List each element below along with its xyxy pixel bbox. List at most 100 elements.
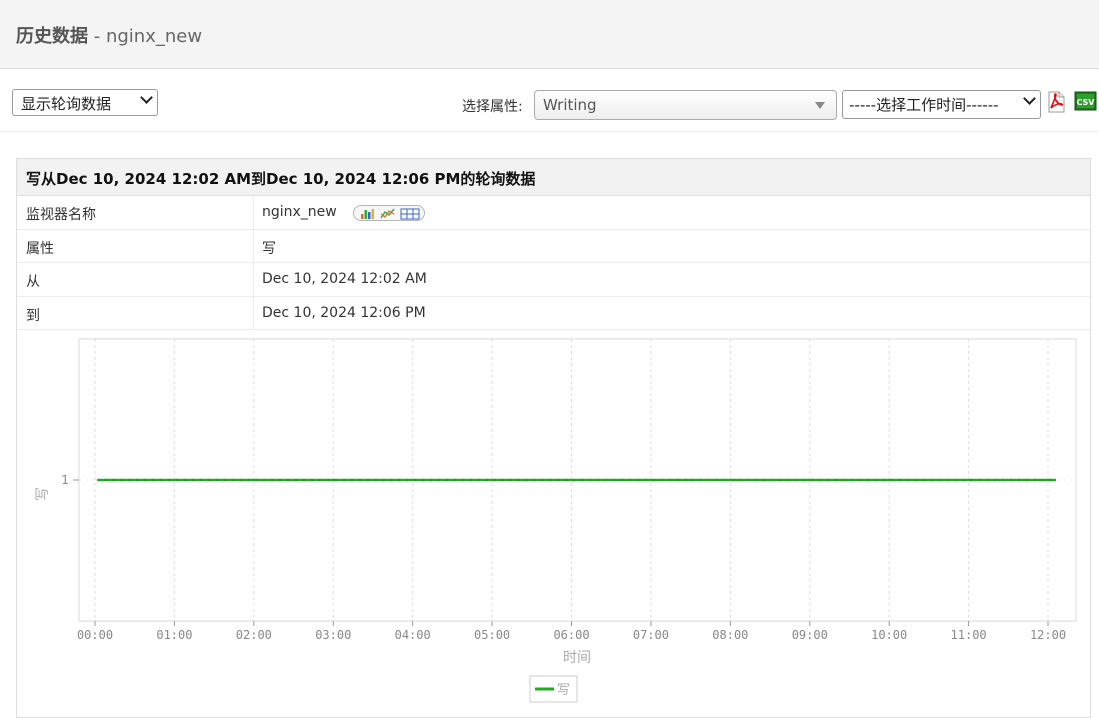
dropdown-arrow-icon	[815, 102, 825, 109]
data-point	[676, 479, 679, 481]
data-point	[422, 479, 425, 481]
data-point	[644, 479, 647, 481]
data-point	[263, 479, 266, 481]
x-tick-label: 07:00	[633, 628, 669, 642]
data-point	[334, 479, 337, 481]
data-point	[565, 479, 568, 481]
data-point	[501, 479, 504, 481]
data-point	[557, 479, 560, 481]
x-tick-label: 05:00	[474, 628, 510, 642]
svg-text:CSV: CSV	[1077, 98, 1096, 107]
data-point	[326, 479, 329, 481]
data-point	[295, 479, 298, 481]
data-point	[1049, 479, 1052, 481]
data-point	[882, 479, 885, 481]
data-point	[589, 479, 592, 481]
data-point	[366, 479, 369, 481]
data-point	[541, 479, 544, 481]
data-point	[136, 479, 139, 481]
data-point	[398, 479, 401, 481]
data-point	[493, 479, 496, 481]
data-point	[954, 479, 957, 481]
data-point	[946, 479, 949, 481]
data-point	[795, 479, 798, 481]
data-point	[866, 479, 869, 481]
data-point	[890, 479, 893, 481]
csv-icon[interactable]: CSV	[1074, 91, 1097, 111]
data-point	[152, 479, 155, 481]
data-point	[509, 479, 512, 481]
data-point	[382, 479, 385, 481]
data-point	[938, 479, 941, 481]
data-point	[311, 479, 314, 481]
data-point	[747, 479, 750, 481]
x-tick-label: 02:00	[236, 628, 272, 642]
data-point	[342, 479, 345, 481]
y-tick-label: 1	[61, 473, 69, 487]
data-point	[724, 479, 727, 481]
data-point	[819, 479, 822, 481]
work-time-select[interactable]: -----选择工作时间------	[842, 90, 1041, 119]
x-tick-label: 03:00	[315, 628, 351, 642]
data-point	[787, 479, 790, 481]
data-point	[319, 479, 322, 481]
pdf-icon[interactable]	[1046, 91, 1066, 113]
data-point	[763, 479, 766, 481]
data-point	[930, 479, 933, 481]
data-point	[215, 479, 218, 481]
data-point	[112, 479, 115, 481]
data-point	[573, 479, 576, 481]
data-point	[803, 479, 806, 481]
data-point	[207, 479, 210, 481]
polling-data-panel: 写从Dec 10, 2024 12:02 AM到Dec 10, 2024 12:…	[16, 158, 1091, 718]
attribute-select[interactable]: Writing	[534, 90, 837, 120]
data-point	[374, 479, 377, 481]
data-point	[851, 479, 854, 481]
data-point	[684, 479, 687, 481]
data-point	[994, 479, 997, 481]
data-point	[716, 479, 719, 481]
data-point	[406, 479, 409, 481]
x-tick-label: 04:00	[395, 628, 431, 642]
data-point	[620, 479, 623, 481]
legend-label: 写	[557, 683, 570, 698]
data-point	[350, 479, 353, 481]
data-point	[191, 479, 194, 481]
data-point	[184, 479, 187, 481]
data-point	[1017, 479, 1020, 481]
data-point	[533, 479, 536, 481]
data-point	[239, 479, 242, 481]
data-point	[827, 479, 830, 481]
toolbar: 显示轮询数据 选择属性: Writing -----选择工作时间------ C…	[0, 70, 1099, 132]
data-point	[454, 479, 457, 481]
data-point	[874, 479, 877, 481]
data-point	[612, 479, 615, 481]
data-point	[525, 479, 528, 481]
data-point	[700, 479, 703, 481]
chevron-down-icon	[140, 91, 153, 104]
data-point	[914, 479, 917, 481]
data-point	[120, 479, 123, 481]
data-point	[668, 479, 671, 481]
history-line-chart: 00:00 01:00 02:00 03:00 04:00 05:00 06:00 07:00…	[35, 338, 1077, 703]
data-point	[978, 479, 981, 481]
data-point	[223, 479, 226, 481]
data-point	[446, 479, 449, 481]
data-point	[469, 479, 472, 481]
data-point	[1033, 479, 1036, 481]
data-point	[779, 479, 782, 481]
data-point	[811, 479, 814, 481]
x-axis-label: 时间	[563, 650, 591, 666]
data-point	[430, 479, 433, 481]
data-point	[755, 479, 758, 481]
data-point	[96, 479, 99, 481]
data-point	[986, 479, 989, 481]
data-point	[271, 479, 274, 481]
polling-data-select[interactable]: 显示轮询数据	[12, 89, 158, 116]
data-point	[708, 479, 711, 481]
data-point	[485, 479, 488, 481]
data-point	[660, 479, 663, 481]
data-point	[628, 479, 631, 481]
data-point	[652, 479, 655, 481]
attribute-label: 选择属性:	[462, 99, 523, 115]
